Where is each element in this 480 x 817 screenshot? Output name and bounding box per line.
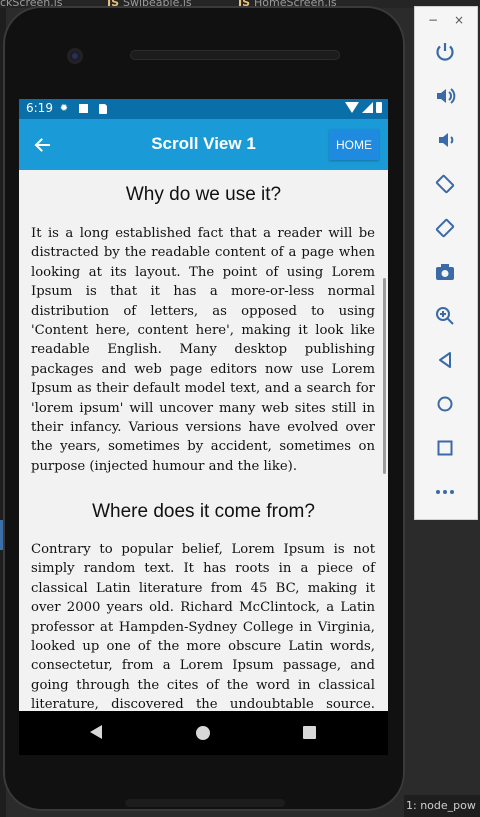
volume-down-icon <box>439 133 454 147</box>
volume-up-icon <box>437 88 456 104</box>
overview-icon <box>437 440 453 456</box>
section-paragraph-why: It is a long established fact that a rea… <box>31 226 375 474</box>
volume-up-button[interactable] <box>430 81 460 111</box>
emu-back-button[interactable] <box>430 345 460 375</box>
camera-icon <box>436 264 454 280</box>
zoom-icon <box>436 307 454 325</box>
wifi-icon <box>345 102 359 113</box>
section-heading-why: Why do we use it? <box>125 184 282 205</box>
home-icon <box>437 396 453 412</box>
emulator-window-controls: − × <box>415 13 477 29</box>
android-status-bar: 6:19 ✹ <box>19 99 388 119</box>
status-time: 6:19 <box>26 101 53 115</box>
emu-more-button[interactable] <box>430 477 460 507</box>
emu-home-button[interactable] <box>430 389 460 419</box>
phone-screen: 6:19 ✹ Scroll View 1 HOME Why do we use … <box>19 99 388 711</box>
close-button[interactable]: × <box>454 13 464 27</box>
earpiece-speaker <box>130 50 340 60</box>
zoom-button[interactable] <box>430 301 460 331</box>
front-camera <box>67 48 83 64</box>
rotate-right-icon <box>435 218 455 238</box>
status-icons-right <box>345 102 382 113</box>
volume-down-button[interactable] <box>430 125 460 155</box>
settings-notification-icon: ✹ <box>59 103 69 114</box>
app-header: Scroll View 1 HOME <box>19 119 388 170</box>
rotate-left-button[interactable] <box>430 169 460 199</box>
bottom-speaker <box>125 799 285 807</box>
sd-card-icon <box>98 103 108 114</box>
battery-icon <box>376 102 382 113</box>
power-icon <box>436 43 454 61</box>
screenshot-button[interactable] <box>430 257 460 287</box>
emulator-toolbar: − × <box>414 6 478 520</box>
nav-home-button[interactable] <box>196 726 210 740</box>
section-heading-where: Where does it come from? <box>92 501 315 522</box>
cell-signal-icon <box>362 102 373 113</box>
rotate-right-button[interactable] <box>430 213 460 243</box>
terminal-status[interactable]: 1: node_pow <box>404 795 480 817</box>
rotate-left-icon <box>435 174 455 194</box>
home-button[interactable]: HOME <box>329 129 379 160</box>
section-paragraph-where: Contrary to popular belief, Lorem Ipsum … <box>31 542 375 711</box>
android-nav-bar <box>19 711 388 755</box>
back-icon <box>439 352 451 368</box>
scroll-indicator[interactable] <box>383 278 386 474</box>
a-notification-icon <box>78 103 88 114</box>
emu-overview-button[interactable] <box>430 433 460 463</box>
power-button[interactable] <box>430 37 460 67</box>
nav-recents-button[interactable] <box>303 726 316 739</box>
scroll-view[interactable]: Why do we use it? It is a long establish… <box>19 170 388 711</box>
minimize-button[interactable]: − <box>428 13 438 27</box>
nav-back-button[interactable] <box>90 725 102 739</box>
more-icon <box>436 490 454 494</box>
